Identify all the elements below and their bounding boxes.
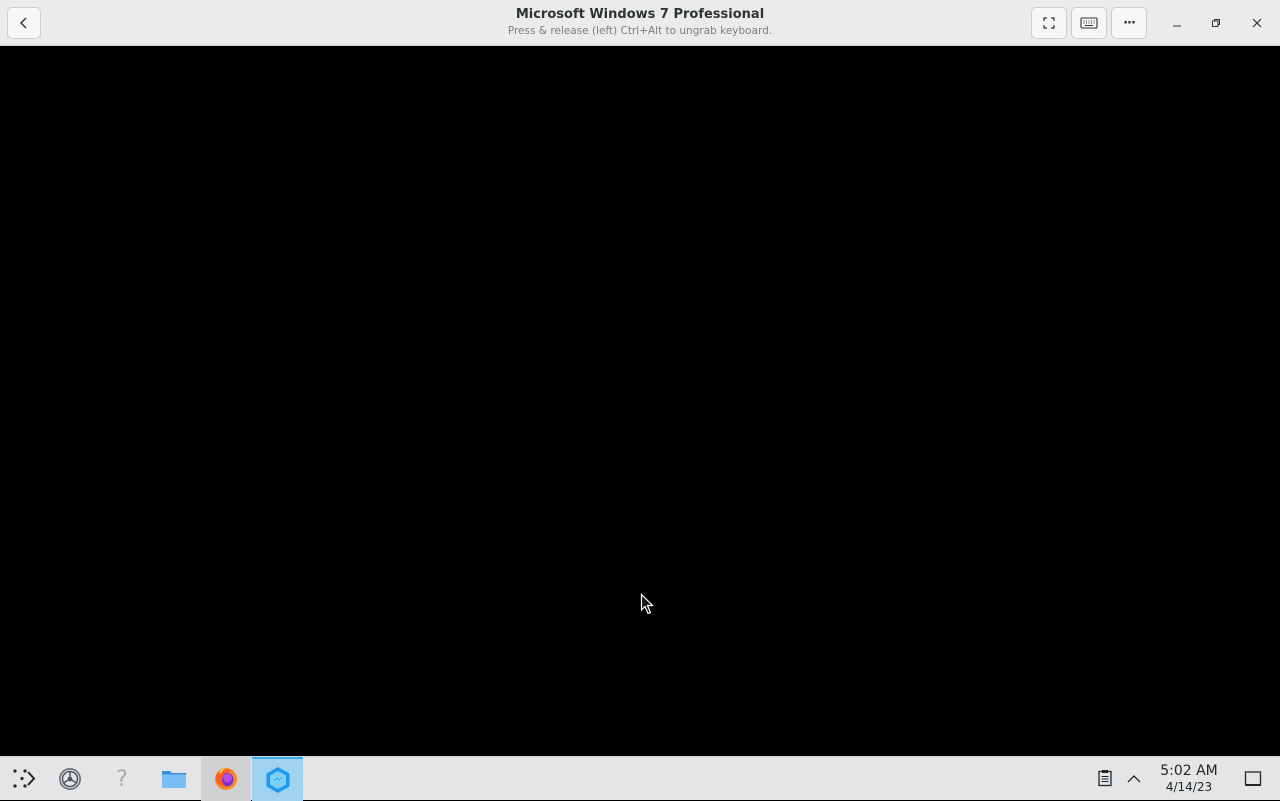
fullscreen-icon [1043,17,1055,29]
restore-icon [1212,19,1220,27]
close-button[interactable] [1246,12,1268,34]
firefox-icon [215,768,237,790]
clock[interactable]: 5:02 AM 4/14/23 [1150,763,1228,794]
maximize-button[interactable] [1205,12,1227,34]
close-icon [1252,18,1262,28]
fullscreen-button[interactable] [1031,7,1067,39]
clock-time: 5:02 AM [1160,763,1218,779]
title-block: Microsoft Windows 7 Professional Press &… [340,6,940,38]
chevron-left-icon [20,17,27,29]
chevron-up-icon[interactable] [1124,769,1144,789]
vm-window: Microsoft Windows 7 Professional Press &… [0,0,1280,756]
window-subtitle: Press & release (left) Ctrl+Alt to ungra… [507,25,773,37]
minimize-button[interactable] [1166,12,1188,34]
keyboard-icon [1080,17,1098,29]
launcher-icon [13,769,36,788]
window-header: Microsoft Windows 7 Professional Press &… [0,0,1280,46]
minimize-icon [1173,25,1181,27]
taskbar-help[interactable]: ? [98,757,146,801]
taskbar-files[interactable] [150,757,198,801]
vm-icon [266,767,289,793]
taskbar-launcher[interactable] [0,757,48,801]
clock-date: 4/14/23 [1165,780,1213,794]
vm-display[interactable] [0,47,1280,756]
taskbar-firefox[interactable] [201,757,251,801]
settings-icon [59,768,81,790]
back-button[interactable] [7,7,41,39]
window-title: Microsoft Windows 7 Professional [515,7,765,22]
taskbar-settings[interactable] [46,757,94,801]
show-desktop-icon[interactable] [1243,769,1263,789]
clipboard-icon[interactable] [1095,768,1115,788]
help-icon: ? [116,766,128,792]
keyboard-button[interactable] [1071,7,1107,39]
menu-button[interactable]: ··· [1111,7,1147,39]
taskbar-vm-manager[interactable] [252,757,303,801]
taskbar: ? 5:02 AM 4/14/23 [0,756,1280,801]
pointer-cursor-icon [640,593,654,615]
folder-icon [162,771,186,788]
more-horizontal-icon: ··· [1123,15,1136,31]
